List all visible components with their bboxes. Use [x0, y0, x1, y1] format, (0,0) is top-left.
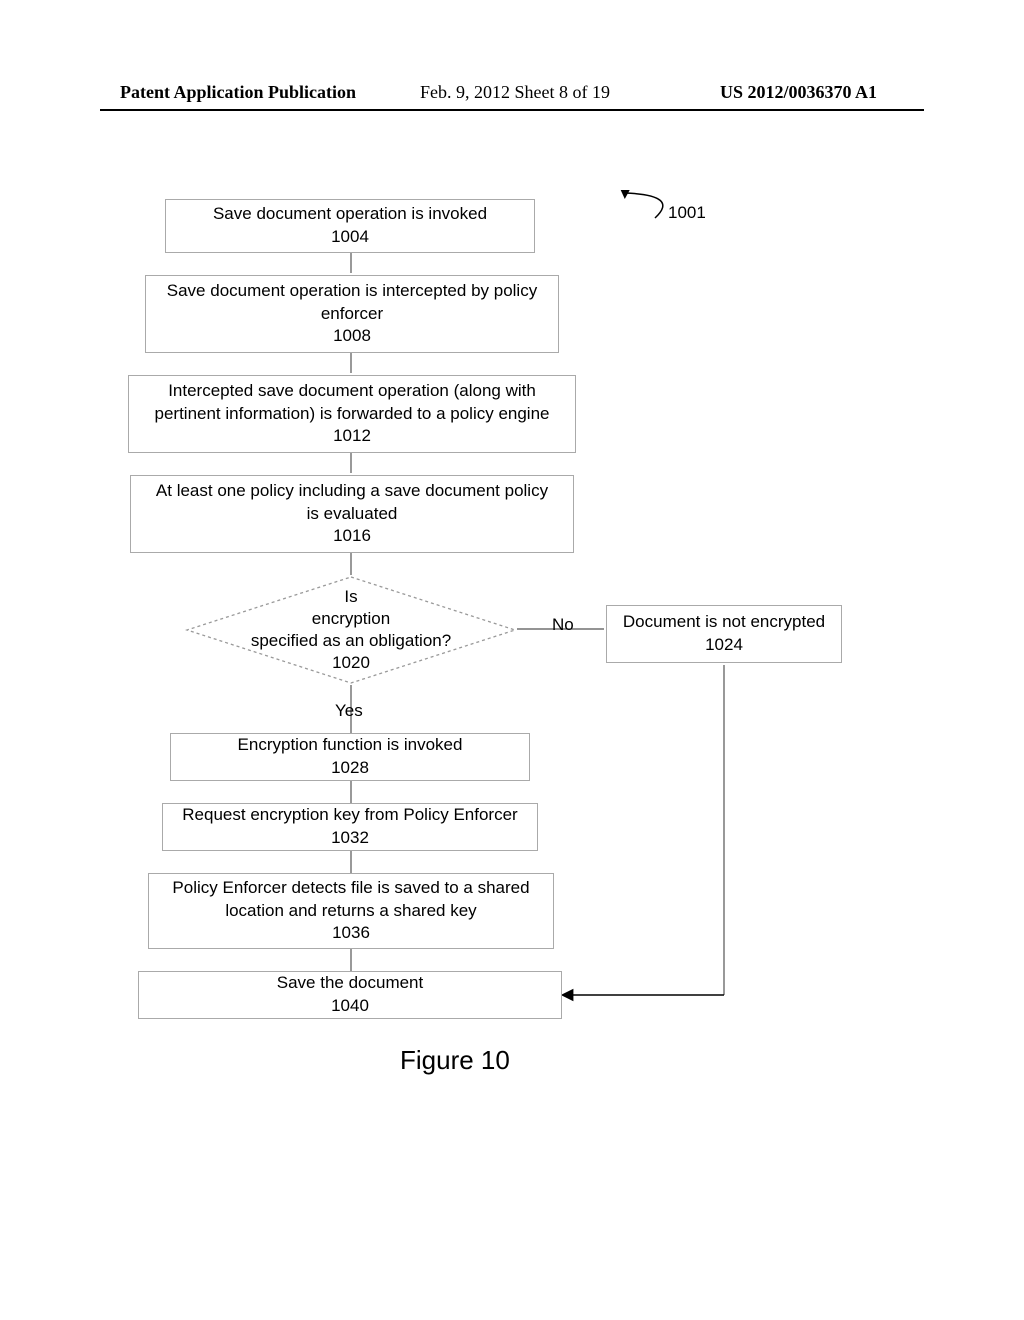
- step-num: 1040: [331, 995, 369, 1018]
- step-1016: At least one policy including a save doc…: [130, 475, 574, 553]
- step-num: 1016: [333, 525, 371, 548]
- step-num: 1028: [331, 757, 369, 780]
- step-text: location and returns a shared key: [225, 900, 476, 923]
- decision-text: specified as an obligation?: [251, 630, 451, 652]
- step-num: 1032: [331, 827, 369, 850]
- step-1040: Save the document 1040: [138, 971, 562, 1019]
- label-no: No: [552, 615, 574, 635]
- flowchart: 1001: [0, 185, 1024, 1185]
- step-text: Encryption function is invoked: [238, 734, 463, 757]
- step-text: Intercepted save document operation (alo…: [168, 380, 536, 403]
- decision-text: Is: [344, 586, 357, 608]
- figure-caption: Figure 10: [400, 1045, 510, 1076]
- step-num: 1024: [705, 634, 743, 657]
- step-text: Save document operation is invoked: [213, 203, 487, 226]
- header-mid: Feb. 9, 2012 Sheet 8 of 19: [420, 82, 610, 103]
- step-1008: Save document operation is intercepted b…: [145, 275, 559, 353]
- decision-num: 1020: [332, 652, 370, 674]
- header-rule: [100, 109, 924, 111]
- step-text: Policy Enforcer detects file is saved to…: [172, 877, 529, 900]
- header-right: US 2012/0036370 A1: [720, 82, 877, 103]
- step-1012: Intercepted save document operation (alo…: [128, 375, 576, 453]
- step-text: Request encryption key from Policy Enfor…: [182, 804, 517, 827]
- decision-1020: Is encryption specified as an obligation…: [185, 575, 517, 685]
- step-text: Save document operation is intercepted b…: [167, 280, 537, 303]
- step-text: pertinent information) is forwarded to a…: [155, 403, 550, 426]
- step-text: Document is not encrypted: [623, 611, 825, 634]
- ref-num-1001: 1001: [668, 203, 706, 223]
- step-text: enforcer: [321, 303, 383, 326]
- step-1004: Save document operation is invoked 1004: [165, 199, 535, 253]
- step-1028: Encryption function is invoked 1028: [170, 733, 530, 781]
- step-1036: Policy Enforcer detects file is saved to…: [148, 873, 554, 949]
- step-num: 1004: [331, 226, 369, 249]
- decision-text: encryption: [312, 608, 390, 630]
- step-num: 1036: [332, 922, 370, 945]
- step-num: 1008: [333, 325, 371, 348]
- step-text: At least one policy including a save doc…: [156, 480, 548, 503]
- step-num: 1012: [333, 425, 371, 448]
- step-text: is evaluated: [307, 503, 398, 526]
- step-text: Save the document: [277, 972, 423, 995]
- page: Patent Application Publication Feb. 9, 2…: [0, 0, 1024, 1320]
- step-1024: Document is not encrypted 1024: [606, 605, 842, 663]
- label-yes: Yes: [335, 701, 363, 721]
- step-1032: Request encryption key from Policy Enfor…: [162, 803, 538, 851]
- header-left: Patent Application Publication: [120, 82, 356, 103]
